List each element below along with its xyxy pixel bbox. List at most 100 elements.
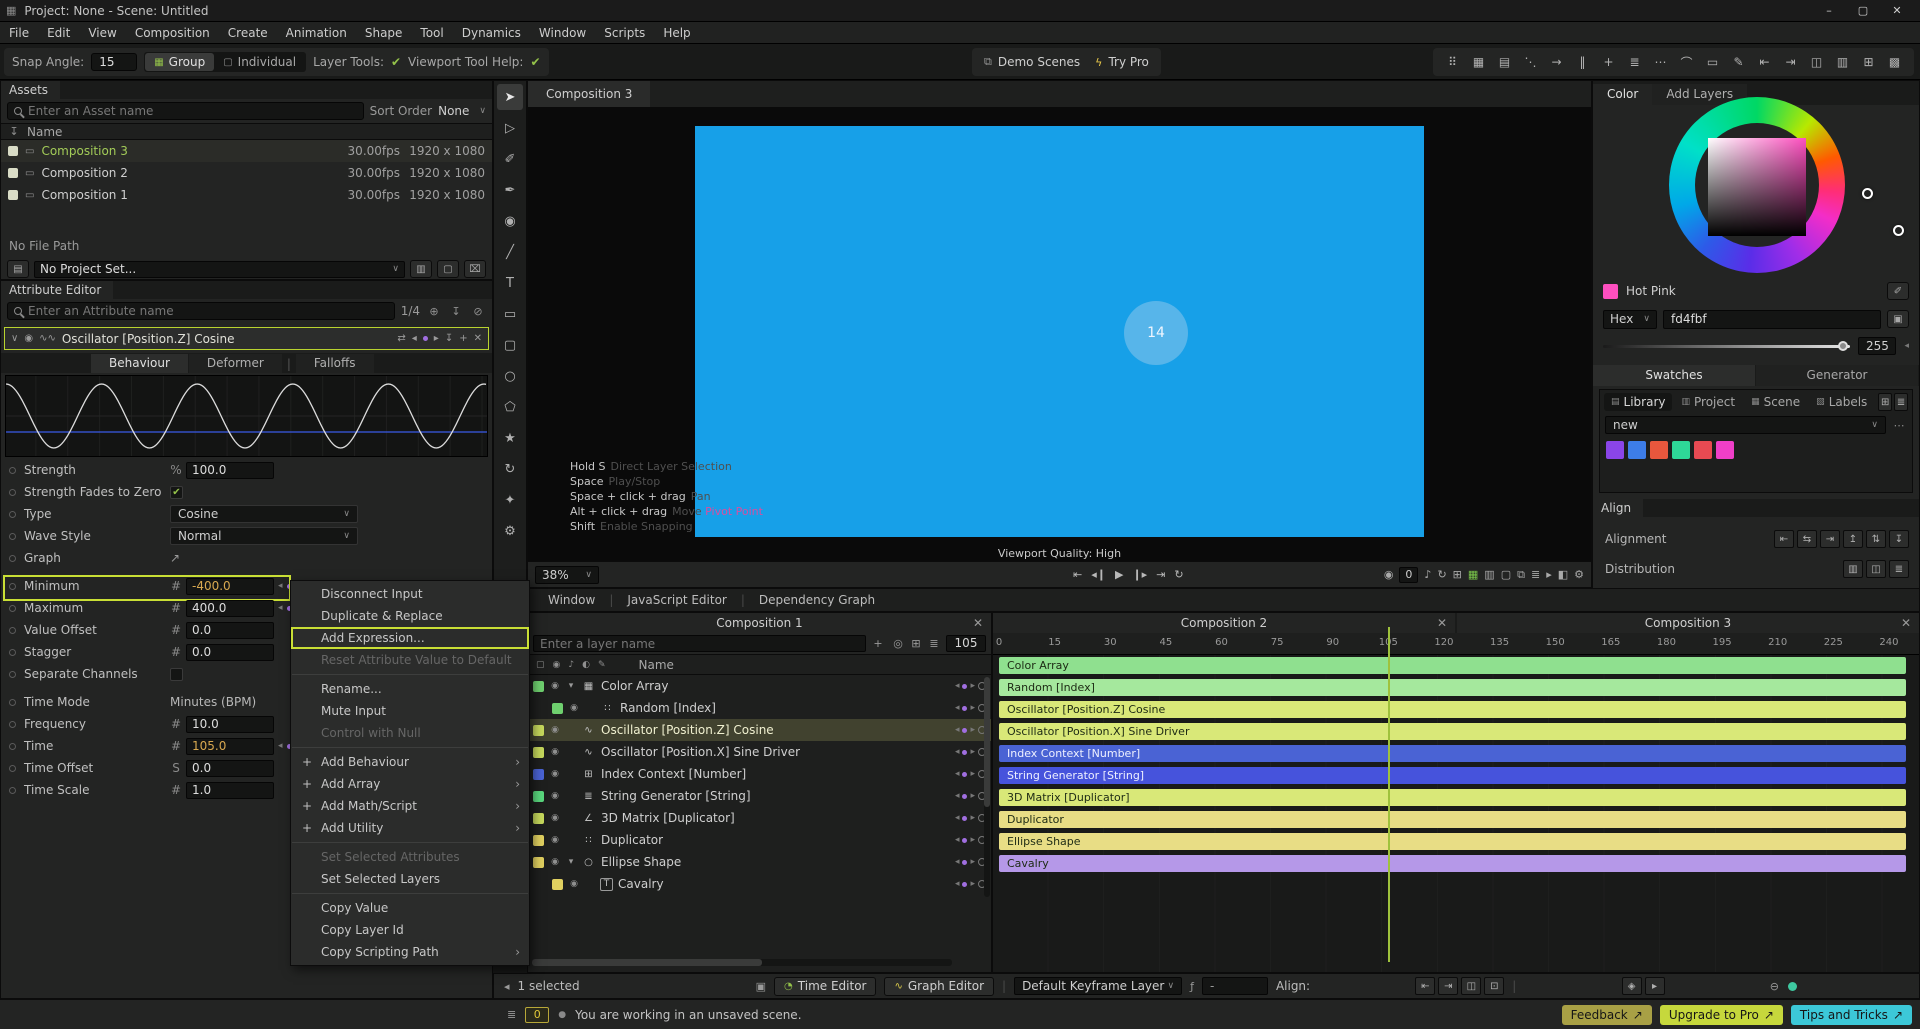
alpha-value[interactable]: 255	[1858, 337, 1896, 355]
layer-color-chip[interactable]	[533, 747, 544, 758]
menu-scripts[interactable]: Scripts	[595, 22, 654, 44]
keyframe-dot[interactable]	[9, 605, 16, 612]
menu-item-add-array[interactable]: +Add Array›	[291, 773, 529, 795]
keyframe-dot[interactable]	[9, 467, 16, 474]
viewport-help-checkbox[interactable]: ✔	[530, 55, 540, 69]
keyframe-dot[interactable]	[9, 787, 16, 794]
tips-and-tricks-button[interactable]: Tips and Tricks↗	[1791, 1005, 1912, 1025]
timeline-bar-random-index[interactable]: Random [Index]	[999, 679, 1906, 696]
keyframe-dot[interactable]	[9, 649, 16, 656]
next-node-icon[interactable]: ▸	[434, 333, 439, 344]
layer-color-chip[interactable]	[533, 725, 544, 736]
next-connection-icon[interactable]: ▸	[970, 703, 975, 713]
layer-row-ellipse-shape[interactable]: ◉▾○Ellipse Shape◂▸	[528, 851, 991, 873]
layer-color-chip[interactable]	[533, 769, 544, 780]
prev-connection-icon[interactable]: ◂	[955, 725, 960, 735]
keyframe-dot[interactable]	[9, 765, 16, 772]
layer-color-chip[interactable]	[533, 791, 544, 802]
keyframe-value-input[interactable]: -	[1202, 977, 1268, 995]
swatch-3[interactable]	[1672, 441, 1690, 459]
name-column-header[interactable]: Name	[27, 125, 62, 139]
menu-item-rename[interactable]: Rename...	[291, 678, 529, 700]
menu-item-copy-layer-id[interactable]: Copy Layer Id	[291, 919, 529, 941]
trash-icon[interactable]: ⌧	[464, 260, 486, 278]
add-layer-button[interactable]: +	[870, 637, 886, 650]
timeline-bar-oscillator-position-z-cosine[interactable]: Oscillator [Position.Z] Cosine	[999, 701, 1906, 718]
prev-connection-icon[interactable]: ◂	[955, 813, 960, 823]
rectangle-tool[interactable]: ▢	[497, 332, 523, 358]
align-center-h-icon[interactable]: ⇆	[1797, 530, 1817, 548]
timeline-bar-color-array[interactable]: Color Array	[999, 657, 1906, 674]
table-icon[interactable]: ▥	[1831, 51, 1854, 73]
align-right-icon[interactable]: ⇥	[1820, 530, 1840, 548]
layer-color-chip[interactable]	[533, 857, 544, 868]
timeline-bar-index-context-number[interactable]: Index Context [Number]	[999, 745, 1906, 762]
keyframe-dot[interactable]	[9, 555, 16, 562]
prev-connection-icon[interactable]: ◂	[955, 791, 960, 801]
menu-item-copy-scripting-path[interactable]: Copy Scripting Path›	[291, 941, 529, 963]
attr-input-stagger[interactable]: 0.0	[186, 644, 274, 661]
attr-input-frequency[interactable]: 10.0	[186, 716, 274, 733]
demo-scenes-button[interactable]: ⧉Demo Scenes	[980, 55, 1084, 69]
timeline-bar-string-generator-string[interactable]: String Generator [String]	[999, 767, 1906, 784]
decrement-arrow-icon[interactable]: ◂	[278, 741, 283, 751]
menu-tool[interactable]: Tool	[411, 22, 452, 44]
align-grid-icon[interactable]: ⊡	[1484, 977, 1504, 995]
attr-input-maximum[interactable]: 400.0	[186, 600, 274, 617]
menu-item-add-math-script[interactable]: +Add Math/Script›	[291, 795, 529, 817]
timeline-bar-duplicator[interactable]: Duplicator	[999, 811, 1906, 828]
horizontal-scrollbar[interactable]	[532, 959, 952, 966]
layer-row-random-index[interactable]: ◉∷Random [Index]◂▸	[528, 697, 991, 719]
tab-deformer[interactable]: Deformer	[189, 354, 282, 373]
layer-row-oscillator-position-z-cosine[interactable]: ◉∿Oscillator [Position.Z] Cosine◂▸	[528, 719, 991, 741]
snap-angle-input[interactable]: 15	[91, 53, 137, 71]
snapping-icon[interactable]: ▦	[1468, 568, 1478, 581]
loop-button[interactable]: ↻	[1174, 568, 1183, 581]
saturation-square[interactable]	[1708, 138, 1806, 236]
tab-javascript-editor[interactable]: JavaScript Editor	[613, 589, 740, 612]
layer-tools-checkbox[interactable]: ✔	[391, 55, 401, 69]
layer-row-3d-matrix-duplicator[interactable]: ◉∠3D Matrix [Duplicator]◂▸	[528, 807, 991, 829]
source-scene[interactable]: ▦Scene	[1744, 393, 1807, 411]
hue-selector-dot[interactable]	[1893, 225, 1904, 236]
camera-count[interactable]: 0	[1399, 567, 1418, 583]
close-tab-icon[interactable]: ✕	[1901, 613, 1911, 633]
attr-input-time-offset[interactable]: 0.0	[186, 760, 274, 777]
warning-count-badge[interactable]: 0	[525, 1007, 549, 1023]
asset-row-composition-3[interactable]: ▭Composition 330.00fps1920 x 1080	[1, 140, 492, 162]
overlay-icon[interactable]: ⧉	[1517, 568, 1525, 582]
dock-icon[interactable]: ▣	[756, 980, 766, 993]
visibility-icon[interactable]: ◉	[568, 703, 580, 713]
playhead[interactable]	[1388, 627, 1390, 962]
hex-mode-dropdown[interactable]: Hex ∨	[1603, 310, 1657, 329]
ellipse-tool[interactable]: ○	[497, 363, 523, 389]
source-labels[interactable]: ▧Labels	[1809, 393, 1874, 411]
next-frame-button[interactable]: ❙▸	[1132, 568, 1147, 581]
play-small-icon[interactable]: ▸	[1645, 977, 1665, 995]
more-options-icon[interactable]: ⋯	[1891, 419, 1907, 432]
assets-panel-title[interactable]: Assets	[1, 81, 60, 99]
pattern-icon[interactable]: ▩	[1883, 51, 1906, 73]
next-connection-icon[interactable]: ▸	[970, 791, 975, 801]
curve-icon[interactable]: ⌒	[1675, 51, 1698, 73]
select-tool[interactable]: ➤	[497, 84, 523, 110]
add-icon[interactable]: +	[1597, 51, 1620, 73]
scrollbar-thumb[interactable]	[532, 959, 762, 966]
skip-to-start-button[interactable]: ⇤	[1073, 568, 1082, 581]
graph-curve-icon[interactable]: ↗	[170, 551, 180, 565]
decrement-arrow-icon[interactable]: ◂	[278, 603, 283, 613]
flag-icon[interactable]: ▸	[1546, 568, 1552, 581]
prev-connection-icon[interactable]: ◂	[955, 835, 960, 845]
graph-editor-button[interactable]: ∿ Graph Editor	[884, 977, 994, 996]
camera-icon[interactable]: ◉	[1384, 568, 1394, 581]
prev-connection-icon[interactable]: ◂	[955, 857, 960, 867]
prev-connection-icon[interactable]: ◂	[955, 879, 960, 889]
align-left-icon[interactable]: ⇤	[1753, 51, 1776, 73]
search-next-icon[interactable]: ⊕	[426, 305, 442, 318]
timeline-bar-ellipse-shape[interactable]: Ellipse Shape	[999, 833, 1906, 850]
align-split-icon[interactable]: ◫	[1461, 977, 1481, 995]
attr-input-time[interactable]: 105.0	[186, 738, 274, 755]
pin-node-icon[interactable]: ↧	[445, 333, 453, 344]
tab-generator[interactable]: Generator	[1756, 365, 1918, 386]
visibility-icon[interactable]: ◉	[549, 769, 561, 779]
